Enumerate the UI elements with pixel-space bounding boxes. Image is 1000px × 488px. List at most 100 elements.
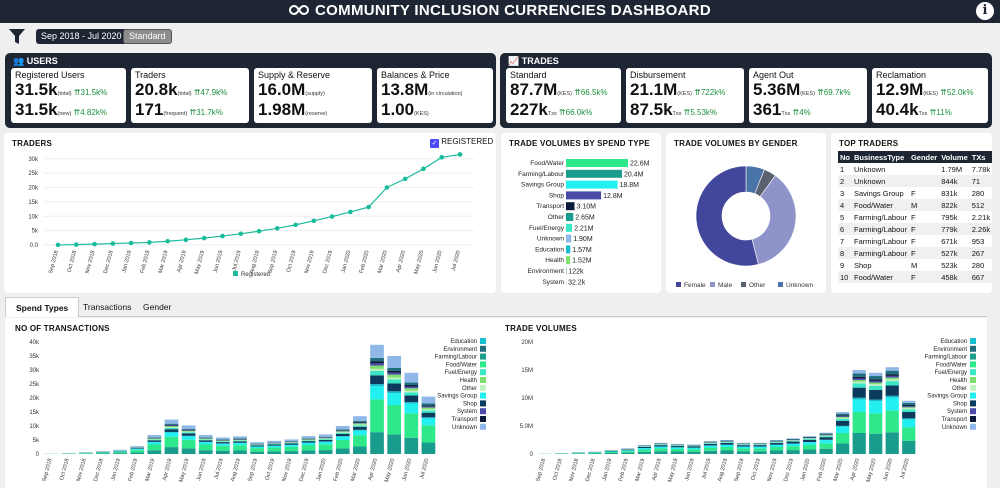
table-row[interactable]: 7 Farming/Labour F 671k 953 [838,235,992,247]
stacked-bar-segment[interactable] [621,449,635,451]
stacked-bar-segment[interactable] [869,379,883,381]
stacked-bar-segment[interactable] [181,430,196,431]
stacked-bar-segment[interactable] [637,448,651,450]
stacked-bar-segment[interactable] [370,371,384,376]
stacked-bar-segment[interactable] [687,449,701,452]
stacked-bar-segment[interactable] [885,375,899,378]
stacked-bar-segment[interactable] [753,446,767,449]
table-header-cell[interactable]: Volume [939,151,970,163]
stacked-bar-segment[interactable] [164,424,179,426]
stacked-bar-segment[interactable] [404,403,419,414]
stacked-bar-segment[interactable] [267,451,282,454]
legend-label[interactable]: Health [460,378,477,384]
stacked-bar-segment[interactable] [604,453,618,454]
stacked-bar-segment[interactable] [370,368,384,372]
stacked-bar-segment[interactable] [404,413,419,438]
table-row[interactable]: 10 Food/Water F 458k 667 [838,271,993,283]
stacked-bar-segment[interactable] [819,433,833,435]
stacked-bar-segment[interactable] [335,440,350,449]
stacked-bar-segment[interactable] [869,376,883,380]
stacked-bar-segment[interactable] [902,406,916,408]
stacked-bar-segment[interactable] [786,438,800,439]
stacked-bar-segment[interactable] [902,440,916,454]
stacked-bar-segment[interactable] [198,434,213,438]
stacked-bar-segment[interactable] [370,384,384,387]
stacked-bar-segment[interactable] [869,433,883,454]
stacked-bar-segment[interactable] [885,377,899,380]
stacked-bar-segment[interactable] [147,434,162,438]
stacked-bar-segment[interactable] [267,443,282,445]
stacked-bar-segment[interactable] [353,446,367,454]
stacked-bar-segment[interactable] [902,427,916,441]
stacked-bar-segment[interactable] [370,399,384,433]
stacked-bar-segment[interactable] [736,444,751,446]
stacked-bar-segment[interactable] [803,439,817,442]
stacked-bar-segment[interactable] [387,377,402,380]
stacked-bar-segment[interactable] [736,445,751,447]
stacked-bar-segment[interactable] [786,441,800,444]
data-point[interactable] [55,242,61,248]
stacked-bar-segment[interactable] [147,442,162,445]
table-row[interactable]: 1 Unknown 1.79M 7.78k [838,163,992,175]
stacked-bar-segment[interactable] [753,448,767,452]
stacked-bar-segment[interactable] [703,447,718,451]
stacked-bar-segment[interactable] [670,448,685,452]
stacked-bar-segment[interactable] [404,437,419,454]
stacked-bar-segment[interactable] [836,417,850,418]
stacked-bar-segment[interactable] [353,423,367,425]
legend-label[interactable]: Fuel/Energy [935,370,967,376]
stacked-bar-segment[interactable] [670,445,685,447]
date-range-filter[interactable]: Sep 2018 - Jul 2020 [36,29,127,44]
stacked-bar-segment[interactable] [181,448,196,454]
legend-label[interactable]: Other [462,386,477,392]
stacked-bar-segment[interactable] [852,383,866,388]
legend-label[interactable]: Shop [953,401,968,407]
stacked-bar-segment[interactable] [786,450,800,454]
stacked-bar-segment[interactable] [250,446,264,449]
stacked-bar-segment[interactable] [404,382,419,385]
stacked-bar-segment[interactable] [370,361,384,364]
stacked-bar-segment[interactable] [318,436,333,438]
stacked-bar-segment[interactable] [335,430,350,432]
table-row[interactable]: 2 Unknown 844k 71 [838,175,993,187]
stacked-bar-segment[interactable] [147,439,162,441]
legend-label[interactable]: System [947,409,967,415]
legend-label[interactable]: Other [952,386,967,392]
stacked-bar-segment[interactable] [181,425,196,429]
stacked-bar-segment[interactable] [836,415,850,417]
stacked-bar-segment[interactable] [233,441,247,443]
stacked-bar-segment[interactable] [852,378,866,381]
stacked-bar-segment[interactable] [803,445,817,450]
data-point[interactable] [183,237,189,243]
stacked-bar-segment[interactable] [852,381,866,384]
stacked-bar-segment[interactable] [164,432,179,437]
stacked-bar-segment[interactable] [769,444,784,447]
stacked-bar-segment[interactable] [720,444,734,447]
stacked-bar-segment[interactable] [353,426,367,430]
stacked-bar-segment[interactable] [387,370,402,373]
stacked-bar-segment[interactable] [370,386,384,400]
stacked-bar-segment[interactable] [720,450,734,455]
stacked-bar-segment[interactable] [885,395,899,398]
stacked-bar-segment[interactable] [267,440,282,443]
stacked-bar-segment[interactable] [181,433,196,436]
stacked-bar-segment[interactable] [301,436,316,439]
stacked-bar-segment[interactable] [284,443,299,445]
bar[interactable] [566,256,571,265]
stacked-bar-segment[interactable] [769,442,784,445]
stacked-bar-segment[interactable] [421,396,436,404]
stacked-bar-segment[interactable] [301,450,316,454]
stacked-bar-segment[interactable] [216,437,230,440]
stacked-bar-segment[interactable] [233,438,247,440]
stacked-bar-segment[interactable] [164,425,179,427]
stacked-bar-segment[interactable] [869,413,883,434]
stacked-bar-segment[interactable] [819,436,833,438]
stacked-bar-segment[interactable] [335,436,350,440]
stacked-bar-segment[interactable] [181,435,196,437]
filter-icon[interactable] [8,28,26,46]
stacked-bar-segment[interactable] [370,432,384,454]
stacked-bar-segment[interactable] [836,418,850,421]
data-point[interactable] [366,204,371,210]
stacked-bar-segment[interactable] [654,444,668,446]
stacked-bar-segment[interactable] [130,448,145,449]
